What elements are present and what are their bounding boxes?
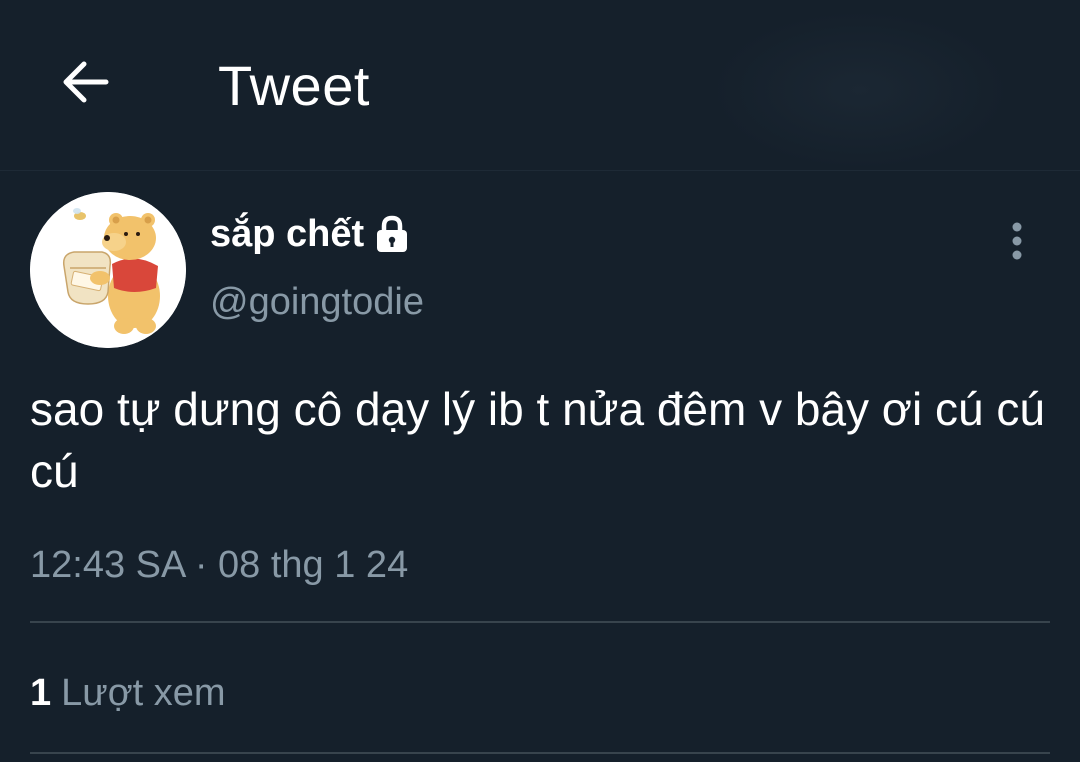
author-name-row: sắp chết xyxy=(210,210,412,258)
header-background-blur xyxy=(710,10,1010,170)
tweet-timestamp[interactable]: 12:43 SA · 08 thg 1 24 xyxy=(30,540,408,590)
author-name[interactable]: sắp chết xyxy=(210,210,364,258)
arrow-left-icon xyxy=(58,59,110,110)
top-bar: Tweet xyxy=(0,0,1080,171)
avatar[interactable] xyxy=(30,192,186,348)
pooh-bear-avatar-icon xyxy=(30,192,186,348)
page-title: Tweet xyxy=(218,54,370,117)
tweet-time: 12:43 SA xyxy=(30,544,185,586)
vertical-dots-icon xyxy=(1010,221,1024,266)
lock-icon xyxy=(372,212,412,256)
divider xyxy=(30,621,1050,623)
divider xyxy=(30,752,1050,754)
tweet-date: 08 thg 1 24 xyxy=(218,544,409,586)
views-stat: 1 Lượt xem xyxy=(30,668,226,718)
more-options-button[interactable] xyxy=(994,218,1040,268)
timestamp-separator: · xyxy=(194,544,208,586)
author-handle[interactable]: @goingtodie xyxy=(210,278,424,326)
views-count: 1 xyxy=(30,672,52,714)
views-label: Lượt xem xyxy=(61,672,226,714)
back-button[interactable] xyxy=(54,54,114,114)
tweet-text: sao tự dưng cô dạy lý ib t nửa đêm v bây… xyxy=(30,383,1058,497)
